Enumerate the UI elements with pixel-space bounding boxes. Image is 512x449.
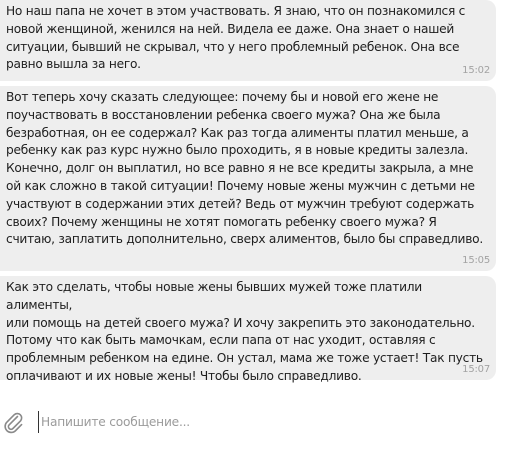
message-timestamp: 15:07 bbox=[462, 364, 490, 375]
message-composer bbox=[0, 400, 512, 449]
message-bubble: Но наш папа не хочет в этом участвовать.… bbox=[0, 0, 496, 81]
message-input[interactable] bbox=[38, 411, 501, 433]
message-list: Но наш папа не хочет в этом участвовать.… bbox=[0, 0, 512, 400]
paperclip-icon[interactable] bbox=[2, 410, 24, 434]
message-text: Вот теперь хочу сказать следующее: почем… bbox=[6, 90, 483, 247]
message-timestamp: 15:02 bbox=[462, 65, 490, 76]
message-bubble: Вот теперь хочу сказать следующее: почем… bbox=[0, 86, 496, 271]
message-bubble: Как это сделать, чтобы новые жены бывших… bbox=[0, 276, 496, 383]
message-text: Но наш папа не хочет в этом участвовать.… bbox=[6, 4, 466, 72]
message-text: Как это сделать, чтобы новые жены бывших… bbox=[6, 280, 483, 383]
message-timestamp: 15:05 bbox=[462, 255, 490, 266]
